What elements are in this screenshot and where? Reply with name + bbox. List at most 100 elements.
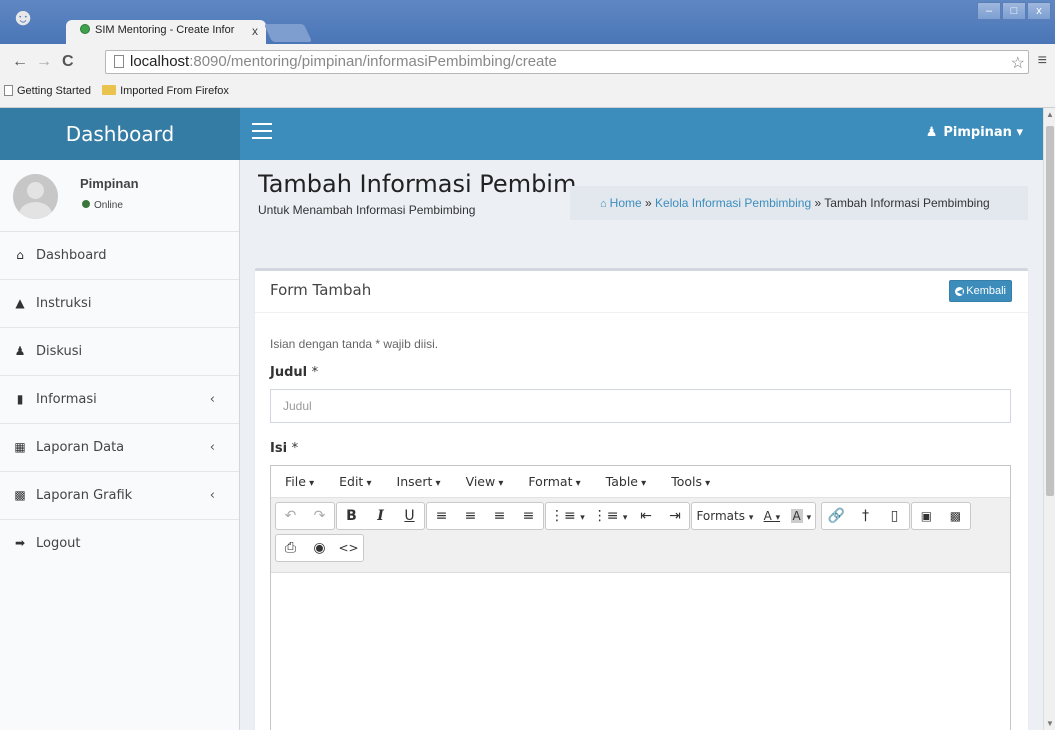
tab-close-icon[interactable]: x bbox=[252, 24, 258, 38]
indent-icon[interactable]: ⇥ bbox=[660, 503, 689, 529]
breadcrumb-home[interactable]: Home bbox=[610, 196, 642, 210]
new-tab-button[interactable] bbox=[263, 24, 313, 42]
insert-group: 🔗 † ▯ bbox=[820, 502, 910, 530]
undo-icon[interactable]: ↶ bbox=[276, 503, 305, 529]
breadcrumb-kelola[interactable]: Kelola Informasi Pembimbing bbox=[655, 196, 811, 210]
content-header: Tambah Informasi Pembimbing Untuk Menamb… bbox=[258, 170, 1028, 230]
formats-label: Formats bbox=[696, 509, 745, 523]
minimize-icon[interactable]: – bbox=[977, 2, 1001, 20]
home-icon: ⌂ bbox=[16, 248, 24, 262]
scroll-up-icon[interactable]: ▲ bbox=[1046, 110, 1054, 119]
bookmark-label: Getting Started bbox=[17, 85, 91, 97]
caret-down-icon: ▾ bbox=[1011, 125, 1023, 140]
isi-label-text: Isi bbox=[270, 441, 288, 456]
chevron-left-icon: ‹ bbox=[209, 488, 215, 503]
format-group: Formats ▾ A ▾ A ▾ bbox=[691, 502, 817, 530]
bookmarks-bar: Getting Started Imported From Firefox bbox=[0, 80, 1055, 108]
page-scrollbar[interactable]: ▲ ▼ bbox=[1043, 108, 1055, 730]
sidebar-item-label: Informasi bbox=[36, 392, 97, 407]
back-arrow-icon[interactable]: ← bbox=[12, 53, 28, 71]
text-color-icon[interactable]: A ▾ bbox=[757, 503, 786, 529]
browser-tab[interactable]: SIM Mentoring - Create Infor x bbox=[66, 20, 266, 45]
browser-menu-icon[interactable]: ≡ bbox=[1038, 52, 1047, 70]
window-controls: – □ x bbox=[977, 2, 1051, 20]
back-button-label: Kembali bbox=[966, 285, 1006, 297]
bookmark-getting-started[interactable]: Getting Started bbox=[4, 85, 91, 97]
redo-icon[interactable]: ↷ bbox=[305, 503, 334, 529]
breadcrumb-current: Tambah Informasi Pembimbing bbox=[824, 196, 990, 210]
address-bar[interactable]: localhost:8090/mentoring/pimpinan/inform… bbox=[105, 50, 1029, 74]
align-right-icon[interactable]: ≡ bbox=[485, 503, 514, 529]
print-icon[interactable]: ⎙ bbox=[276, 535, 305, 561]
sidebar-item-dashboard[interactable]: ⌂ Dashboard bbox=[0, 232, 239, 280]
required-mark: * bbox=[291, 441, 299, 456]
sidebar-item-instruksi[interactable]: ▲ Instruksi bbox=[0, 280, 239, 328]
editor-menubar: File Edit Insert View Format Table Tools bbox=[271, 466, 1010, 498]
breadcrumb: ⌂ Home » Kelola Informasi Pembimbing » Ta… bbox=[570, 186, 1028, 220]
sidebar-item-informasi[interactable]: ▮ Informasi ‹ bbox=[0, 376, 239, 424]
bold-icon[interactable]: B bbox=[337, 503, 366, 529]
bookmark-star-icon[interactable]: ☆ bbox=[1011, 53, 1025, 73]
bullet-list-icon[interactable]: ⋮≡ ▾ bbox=[546, 503, 589, 529]
sidebar-item-laporan-data[interactable]: ▦ Laporan Data ‹ bbox=[0, 424, 239, 472]
maximize-icon[interactable]: □ bbox=[1002, 2, 1026, 20]
history-group: ↶ ↷ bbox=[275, 502, 335, 530]
image-icon[interactable]: ▣ bbox=[912, 503, 941, 529]
bookmark-icon[interactable]: ▯ bbox=[880, 503, 909, 529]
user-panel: Pimpinan Online bbox=[0, 160, 239, 232]
menu-insert[interactable]: Insert bbox=[397, 474, 441, 489]
background-color-icon[interactable]: A ▾ bbox=[786, 503, 815, 529]
sidebar-item-label: Laporan Data bbox=[36, 440, 125, 455]
scroll-down-icon[interactable]: ▼ bbox=[1046, 719, 1054, 728]
user-menu-label: Pimpinan bbox=[943, 125, 1012, 140]
menu-edit[interactable]: Edit bbox=[339, 474, 371, 489]
chevron-left-icon: ‹ bbox=[209, 440, 215, 455]
tab-title: SIM Mentoring - Create Infor bbox=[95, 24, 235, 36]
numbered-list-icon[interactable]: ⋮≡ ▾ bbox=[589, 503, 632, 529]
sidebar-item-label: Instruksi bbox=[36, 296, 92, 311]
sidebar-item-laporan-grafik[interactable]: ▩ Laporan Grafik ‹ bbox=[0, 472, 239, 520]
align-justify-icon[interactable]: ≡ bbox=[514, 503, 543, 529]
app-logo[interactable]: Dashboard bbox=[0, 108, 240, 160]
formats-dropdown[interactable]: Formats ▾ bbox=[692, 503, 757, 529]
bookmark-label: Imported From Firefox bbox=[120, 85, 229, 97]
folder-icon bbox=[102, 85, 117, 95]
outdent-icon[interactable]: ⇤ bbox=[631, 503, 660, 529]
bookmark-imported-firefox[interactable]: Imported From Firefox bbox=[102, 85, 229, 97]
media-group: ▣ ▩ bbox=[910, 502, 971, 530]
editor-content-area[interactable] bbox=[271, 573, 1010, 730]
menu-tools[interactable]: Tools bbox=[671, 474, 710, 489]
rich-text-editor: File Edit Insert View Format Table Tools… bbox=[270, 465, 1011, 730]
scrollbar-thumb[interactable] bbox=[1046, 126, 1054, 496]
italic-icon[interactable]: I bbox=[366, 503, 395, 529]
editor-toolbar: ↶ ↷ BIU ≡ ≡ ≡ ≡ ⋮≡ ▾ ⋮≡ ▾ ⇤ ⇥ Formats ▾ A ▾ A ▾ 🔗… bbox=[271, 498, 1010, 573]
reload-icon[interactable]: C bbox=[62, 53, 74, 71]
preview-icon[interactable]: ◉ bbox=[305, 535, 334, 561]
menu-table[interactable]: Table bbox=[606, 474, 647, 489]
unlink-icon[interactable]: † bbox=[851, 503, 880, 529]
menu-view[interactable]: View bbox=[466, 474, 504, 489]
align-center-icon[interactable]: ≡ bbox=[456, 503, 485, 529]
judul-input[interactable]: Judul bbox=[270, 389, 1011, 423]
app-root: Dashboard ♟ Pimpinan ▾ Pimpinan Online ⌂ D… bbox=[0, 108, 1043, 730]
forward-arrow-icon[interactable]: → bbox=[36, 53, 52, 71]
page-icon bbox=[114, 55, 124, 68]
align-left-icon[interactable]: ≡ bbox=[427, 503, 456, 529]
close-window-icon[interactable]: x bbox=[1027, 2, 1051, 20]
menu-format[interactable]: Format bbox=[528, 474, 580, 489]
user-menu[interactable]: ♟ Pimpinan ▾ bbox=[926, 125, 1023, 140]
home-icon: ⌂ bbox=[600, 198, 607, 210]
link-icon[interactable]: 🔗 bbox=[822, 503, 851, 529]
sidebar-item-label: Dashboard bbox=[36, 248, 107, 263]
sidebar: Pimpinan Online ⌂ Dashboard ▲ Instruksi ♟ D… bbox=[0, 160, 240, 730]
menu-file[interactable]: File bbox=[285, 474, 314, 489]
code-icon[interactable]: <> bbox=[334, 535, 363, 561]
sidebar-item-logout[interactable]: ➡ Logout bbox=[0, 520, 239, 568]
top-navbar: ♟ Pimpinan ▾ bbox=[240, 108, 1043, 160]
back-button[interactable]: ◀ Kembali bbox=[949, 280, 1012, 302]
sidebar-toggle-icon[interactable] bbox=[252, 123, 272, 141]
underline-icon[interactable]: U bbox=[395, 503, 424, 529]
sidebar-user-status: Online bbox=[82, 200, 123, 211]
sidebar-item-diskusi[interactable]: ♟ Diskusi bbox=[0, 328, 239, 376]
media-icon[interactable]: ▩ bbox=[941, 503, 970, 529]
